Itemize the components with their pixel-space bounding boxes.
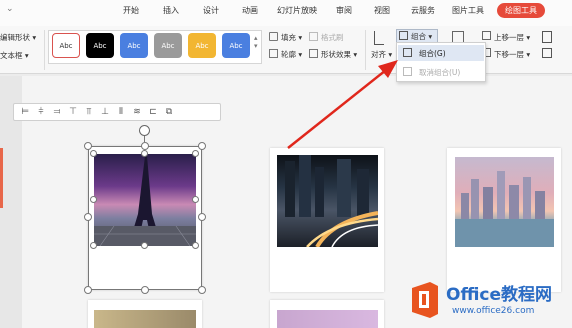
watermark-logo: Office教程网 www.office26.com xyxy=(408,276,568,326)
watermark-brand: Office教程网 xyxy=(446,285,553,305)
watermark-url: www.office26.com xyxy=(452,306,535,316)
office-logo-icon xyxy=(412,282,438,318)
